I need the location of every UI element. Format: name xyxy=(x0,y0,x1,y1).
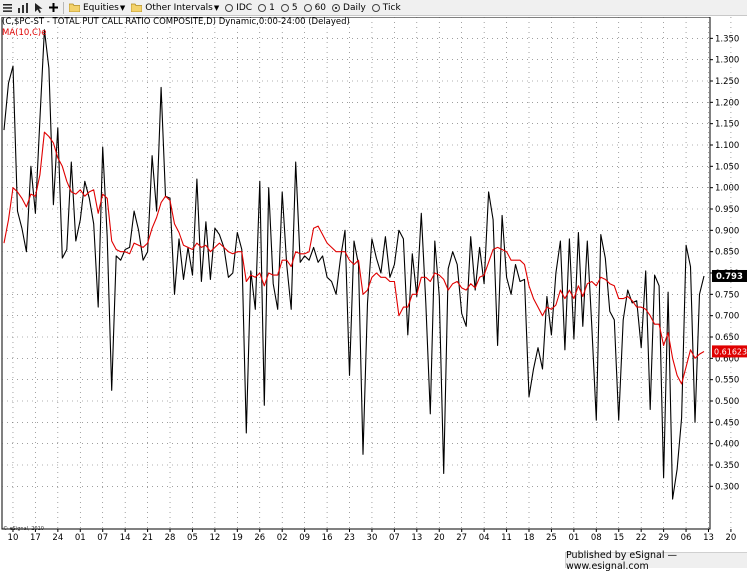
radio-icon xyxy=(371,3,380,12)
interval-label: Daily xyxy=(343,2,366,13)
toolbar: Equities ▼ Other Intervals ▼ IDC 1 5 60 … xyxy=(0,0,747,16)
interval-option-60[interactable]: 60 xyxy=(301,1,329,15)
y-tick-label: 0.400 xyxy=(715,440,739,450)
y-tick-label: 1.100 xyxy=(715,141,739,151)
y-tick-label: 0.350 xyxy=(715,461,739,471)
plus-icon[interactable] xyxy=(46,1,61,15)
interval-option-1[interactable]: 1 xyxy=(255,1,278,15)
x-tick-label: 08 xyxy=(591,533,602,543)
toolbar-menu-icon[interactable] xyxy=(0,1,15,15)
x-tick-label: 01 xyxy=(75,533,86,543)
x-tick-label: 30 xyxy=(367,533,378,543)
y-tick-label: 0.300 xyxy=(715,482,739,492)
radio-icon xyxy=(303,3,312,12)
x-tick-label: 05 xyxy=(187,533,198,543)
x-tick-label: 13 xyxy=(411,533,422,543)
folder-icon xyxy=(69,3,80,12)
x-tick-label: 27 xyxy=(456,533,467,543)
y-tick-label: 0.550 xyxy=(715,376,739,386)
y-tick-label: 1.300 xyxy=(715,56,739,66)
chevron-down-icon: ▼ xyxy=(213,3,220,12)
x-tick-label: 04 xyxy=(479,533,490,543)
equities-dropdown[interactable]: Equities ▼ xyxy=(66,1,128,15)
radio-selected-icon xyxy=(332,3,341,12)
y-tick-label: 0.500 xyxy=(715,397,739,407)
x-tick-label: 19 xyxy=(232,533,243,543)
x-tick-label: 02 xyxy=(277,533,288,543)
interval-option-daily[interactable]: Daily xyxy=(329,1,369,15)
interval-option-5[interactable]: 5 xyxy=(278,1,301,15)
interval-label: 60 xyxy=(314,2,327,13)
bar-chart-icon[interactable] xyxy=(15,1,31,15)
x-tick-label: 16 xyxy=(322,533,333,543)
x-tick-label: 25 xyxy=(546,533,557,543)
x-tick-label: 28 xyxy=(165,533,176,543)
footer: Published by eSignal — www.esignal.com xyxy=(0,550,747,572)
chart-area[interactable]: 0.300 0.350 0.400 0.450 0.500 0.550 0.600 0.650… xyxy=(0,17,747,545)
y-tick-label: 0.650 xyxy=(715,333,739,343)
interval-label: 5 xyxy=(291,2,298,13)
interval-option-tick[interactable]: Tick xyxy=(369,1,404,15)
y-tick-label: 0.850 xyxy=(715,248,739,258)
interval-label: 1 xyxy=(269,2,275,13)
y-tick-label: 1.200 xyxy=(715,98,739,108)
y-tick-label: 1.350 xyxy=(715,34,739,44)
x-tick-label: 24 xyxy=(52,533,63,543)
folder-icon xyxy=(131,3,143,12)
radio-icon xyxy=(280,3,289,12)
interval-option-idc[interactable]: IDC xyxy=(222,1,255,15)
interval-label: IDC xyxy=(236,2,253,13)
x-tick-label: 06 xyxy=(681,533,692,543)
last-price-label: 0.793 xyxy=(716,272,743,282)
x-tick-label: 23 xyxy=(344,533,355,543)
y-tick-label: 0.450 xyxy=(715,418,739,428)
y-tick-label: 0.750 xyxy=(715,290,739,300)
x-tick-label: 01 xyxy=(568,533,579,543)
x-tick-label: 22 xyxy=(636,533,647,543)
x-tick-label: 13 xyxy=(703,533,714,543)
x-tick-label: 11 xyxy=(501,533,512,543)
x-tick-label: 26 xyxy=(254,533,265,543)
x-tick-label: 17 xyxy=(30,533,41,543)
x-tick-label: 09 xyxy=(299,533,310,543)
x-tick-label: 21 xyxy=(142,533,153,543)
interval-label: Tick xyxy=(382,2,401,13)
x-tick-label: 10 xyxy=(8,533,19,543)
other-intervals-label: Other Intervals xyxy=(145,2,213,13)
y-tick-label: 1.150 xyxy=(715,120,739,130)
ma-last-label: 0.616238 xyxy=(714,347,747,356)
y-tick-label: 0.700 xyxy=(715,312,739,322)
toolbar-divider xyxy=(63,1,64,14)
other-intervals-dropdown[interactable]: Other Intervals ▼ xyxy=(128,1,222,15)
radio-icon xyxy=(258,3,267,12)
y-tick-label: 0.900 xyxy=(715,226,739,236)
equities-label: Equities xyxy=(83,2,119,13)
x-tick-label: 20 xyxy=(434,533,445,543)
cursor-icon[interactable] xyxy=(31,1,46,15)
x-tick-label: 14 xyxy=(120,533,131,543)
chart-title: (C,$PC-ST - TOTAL PUT CALL RATIO COMPOSI… xyxy=(2,17,350,27)
x-tick-label: 18 xyxy=(524,533,535,543)
x-tick-label: 15 xyxy=(613,533,624,543)
y-tick-label: 1.050 xyxy=(715,162,739,172)
published-by-label: Published by eSignal — www.esignal.com xyxy=(565,550,747,572)
chevron-down-icon: ▼ xyxy=(119,3,126,12)
y-tick-label: 1.000 xyxy=(715,184,739,194)
ma-legend: MA(10,C)e xyxy=(2,28,47,38)
copyright-text: © eSignal, 2010 xyxy=(3,526,44,532)
y-tick-label: 1.250 xyxy=(715,77,739,87)
x-tick-label: 07 xyxy=(97,533,108,543)
y-tick-label: 0.950 xyxy=(715,205,739,215)
radio-icon xyxy=(225,3,234,12)
x-tick-label: 20 xyxy=(726,533,737,543)
x-tick-label: 12 xyxy=(209,533,220,543)
price-chart[interactable]: 0.3000.3500.4000.4500.5000.5500.6000.650… xyxy=(0,17,747,545)
x-tick-label: 07 xyxy=(389,533,400,543)
x-tick-label: 29 xyxy=(658,533,669,543)
